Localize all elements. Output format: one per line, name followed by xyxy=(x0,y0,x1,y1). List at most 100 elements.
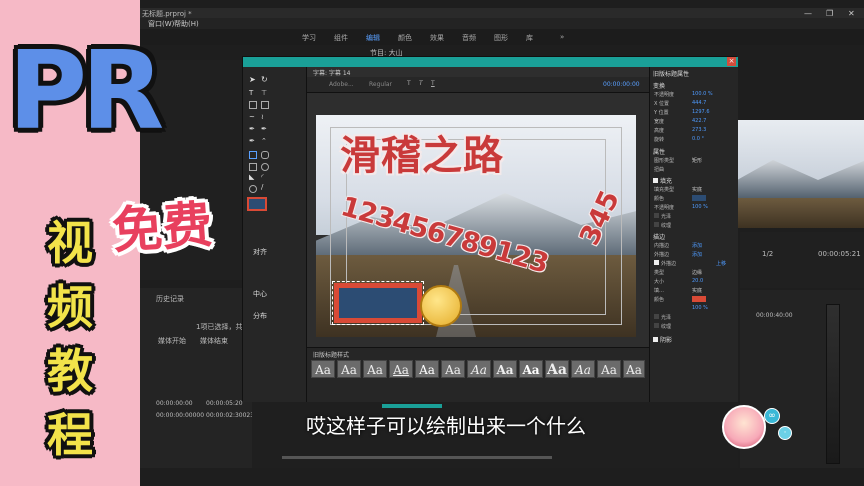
workspace-more-icon[interactable]: » xyxy=(560,33,564,41)
fill-section[interactable]: 填充 xyxy=(660,178,672,185)
workspace-effects[interactable]: 效果 xyxy=(430,33,444,43)
stroke-size-value[interactable]: 20.0 xyxy=(692,278,703,284)
column-media-start[interactable]: 媒体开始 xyxy=(158,336,186,346)
italic-button[interactable]: T xyxy=(419,80,423,87)
rounded-rectangle-tool-icon[interactable] xyxy=(261,151,269,159)
video-subtitle: 哎这样子可以绘制出来一个什么 xyxy=(306,414,586,438)
underline-button[interactable]: T xyxy=(431,80,435,87)
fill-color-swatch[interactable] xyxy=(692,195,706,201)
line-tool-icon[interactable]: / xyxy=(261,183,263,191)
stroke-opacity-value[interactable]: 100 % xyxy=(692,305,708,311)
fill-opacity-value[interactable]: 100 % xyxy=(692,204,708,210)
type-tool-icon[interactable]: T xyxy=(249,89,253,97)
fill-checkbox[interactable] xyxy=(653,178,658,183)
rounded-corner-tool-icon[interactable] xyxy=(261,163,269,171)
style-swatch[interactable]: Aa xyxy=(571,360,595,378)
opacity-value[interactable]: 100.0 % xyxy=(692,91,713,97)
shadow-checkbox[interactable] xyxy=(653,337,658,342)
shadow-section[interactable]: 阴影 xyxy=(660,337,672,344)
workspace-assembly[interactable]: 组件 xyxy=(334,33,348,43)
convert-anchor-tool-icon[interactable]: ⌃ xyxy=(261,137,267,145)
shape-type-select[interactable]: 矩形 xyxy=(692,157,702,164)
stroke-type-select[interactable]: 边缘 xyxy=(692,269,702,276)
texture-checkbox[interactable] xyxy=(654,222,659,227)
area-type-tool-icon[interactable] xyxy=(249,101,257,109)
column-media-end[interactable]: 媒体结束 xyxy=(200,336,228,346)
vertical-char: 频 xyxy=(47,280,93,334)
close-window-button[interactable]: ✕ xyxy=(848,9,855,18)
selection-tool-icon[interactable]: ➤ xyxy=(249,75,257,84)
y-position-value[interactable]: 1297.6 xyxy=(692,109,710,115)
clipped-corner-tool-icon[interactable] xyxy=(249,163,257,171)
timeline-clip[interactable] xyxy=(382,404,442,408)
prop-label: Y 位置 xyxy=(654,110,669,116)
pen-tool-icon[interactable]: ✒ xyxy=(249,125,255,133)
style-swatch[interactable]: Aa xyxy=(493,360,517,378)
style-swatch[interactable]: Aa xyxy=(415,360,439,378)
transform-section[interactable]: 变换 xyxy=(653,81,665,90)
style-swatch[interactable]: Aa xyxy=(467,360,491,378)
workspace-graphics[interactable]: 图形 xyxy=(494,33,508,43)
workspace-editing[interactable]: 编辑 xyxy=(366,33,380,43)
style-swatch[interactable]: Aa xyxy=(311,360,335,378)
style-swatch[interactable]: Aa xyxy=(597,360,621,378)
vertical-path-type-tool-icon[interactable]: ≀ xyxy=(261,113,264,121)
title-tab[interactable]: 字幕: 字幕 14 xyxy=(313,68,350,77)
move-up-link[interactable]: 上移 xyxy=(716,260,726,267)
workspace-audio[interactable]: 音频 xyxy=(462,33,476,43)
stroke-color-swatch[interactable] xyxy=(692,296,706,302)
title-text-object[interactable]: 滑稽之路 xyxy=(340,123,504,181)
outer-stroke-add[interactable]: 添加 xyxy=(692,251,702,258)
style-swatch[interactable]: Aa xyxy=(441,360,465,378)
delete-anchor-tool-icon[interactable]: ✒ xyxy=(249,137,255,145)
height-value[interactable]: 273.3 xyxy=(692,127,706,133)
prop-label[interactable]: 扭曲 xyxy=(654,167,664,173)
zoom-select[interactable]: 1/2 xyxy=(762,250,773,258)
stroke-sheen-checkbox[interactable] xyxy=(654,314,659,319)
rotation-value[interactable]: 0.0 ° xyxy=(692,136,704,142)
sheen-checkbox[interactable] xyxy=(654,213,659,218)
rotation-tool-icon[interactable]: ↻ xyxy=(261,75,269,84)
styles-panel-label: 旧版标题样式 xyxy=(313,352,350,359)
add-anchor-tool-icon[interactable]: ✒ xyxy=(261,125,267,133)
menu-help[interactable]: 帮助(H) xyxy=(174,19,199,29)
style-swatch[interactable]: Aa xyxy=(519,360,543,378)
outer-stroke-checkbox[interactable] xyxy=(654,260,659,265)
stroke-fill-type-select[interactable]: 实底 xyxy=(692,287,702,294)
style-swatch[interactable]: Aa xyxy=(389,360,413,378)
workspace-libraries[interactable]: 库 xyxy=(526,33,533,43)
stroke-texture-checkbox[interactable] xyxy=(654,323,659,328)
menu-window[interactable]: 窗口(W) xyxy=(148,19,174,29)
dialog-close-button[interactable]: × xyxy=(727,57,736,66)
prop-label: 不透明度 xyxy=(654,92,675,98)
wedge-tool-icon[interactable]: ◣ xyxy=(249,173,254,181)
attributes-section[interactable]: 属性 xyxy=(653,147,665,156)
maximize-button[interactable]: ❐ xyxy=(826,9,833,18)
rectangle-tool-icon[interactable] xyxy=(249,151,257,159)
canvas-timecode[interactable]: 00:00:00:00 xyxy=(603,81,640,88)
arc-tool-icon[interactable]: ◜ xyxy=(261,173,264,181)
inner-stroke-add[interactable]: 添加 xyxy=(692,242,702,249)
path-type-tool-icon[interactable]: ~ xyxy=(249,113,255,121)
width-value[interactable]: 422.7 xyxy=(692,118,706,124)
workspace-learn[interactable]: 学习 xyxy=(302,33,316,43)
style-swatch[interactable]: Aa xyxy=(545,360,569,378)
style-swatch[interactable]: Aa xyxy=(363,360,387,378)
inner-stroke-label: 内描边 xyxy=(654,243,670,249)
fill-type-select[interactable]: 实底 xyxy=(692,186,702,193)
x-position-value[interactable]: 444.7 xyxy=(692,100,706,106)
vertical-type-tool-icon[interactable]: ⊤ xyxy=(261,89,267,97)
ellipse-tool-icon[interactable] xyxy=(249,185,257,193)
font-family-select[interactable]: Adobe... xyxy=(329,81,354,88)
align-label: 对齐 xyxy=(253,248,267,256)
style-swatch[interactable]: Aa xyxy=(623,360,645,378)
dialog-titlebar[interactable]: × xyxy=(243,57,738,67)
timeline-scrollbar[interactable] xyxy=(282,456,552,459)
bold-button[interactable]: T xyxy=(407,80,411,87)
vertical-area-type-tool-icon[interactable] xyxy=(261,101,269,109)
minimize-button[interactable]: — xyxy=(804,9,812,18)
font-style-select[interactable]: Regular xyxy=(369,81,392,88)
stroke-section[interactable]: 描边 xyxy=(653,232,665,241)
workspace-color[interactable]: 颜色 xyxy=(398,33,412,43)
style-swatch[interactable]: Aa xyxy=(337,360,361,378)
